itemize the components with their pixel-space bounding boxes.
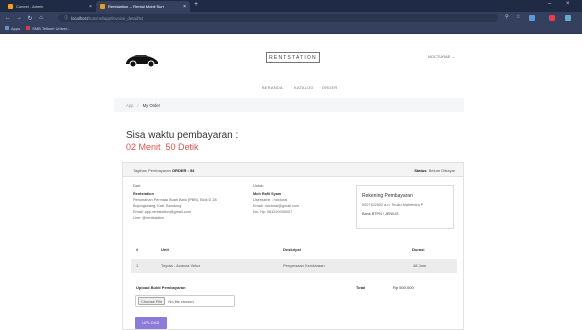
browser-tab[interactable]: Cuneel - Admin × <box>4 1 96 12</box>
bookmark-apps[interactable]: Apps <box>5 26 20 31</box>
row-number: 1 <box>136 263 139 268</box>
minimize-icon[interactable]: – <box>548 1 551 7</box>
tab-favicon-icon <box>8 4 13 9</box>
column-header: # <box>136 247 139 252</box>
rentstation-logo-icon[interactable] <box>124 52 160 68</box>
url-path: /rummel/app/invoice_detail/54 <box>87 15 144 21</box>
invoice-status: Status: Belum Dibayar <box>414 168 455 173</box>
bookmark-star-icon[interactable]: ☆ <box>516 14 522 20</box>
profile-icon[interactable] <box>565 15 571 21</box>
table-row: 1 Toyota - Avanza Veloz Penyewaan Kendar… <box>131 259 457 273</box>
status-badge: Belum Dibayar <box>428 168 455 173</box>
row-description: Penyewaan Kendaraan <box>283 263 325 268</box>
user-menu[interactable]: NOCTURAE ⌄ <box>428 54 455 59</box>
url-host: localhost <box>71 15 88 21</box>
nav-order[interactable]: ORDER <box>322 85 337 90</box>
nav-katalog[interactable]: KATALOG <box>294 85 314 90</box>
column-header: Durasi <box>412 247 425 252</box>
invoice-to: Untuk: Moh Rafli Syam Username : noctura… <box>253 184 300 214</box>
row-duration: 48 Jam <box>413 263 427 268</box>
invoice-title: Tagihan Pembayaran ORDER : 54 <box>133 168 195 173</box>
reload-icon[interactable]: ↻ <box>27 15 33 22</box>
upload-proof-label: Upload Bukti Pembayaran <box>136 285 186 290</box>
extension-icon[interactable] <box>549 15 555 21</box>
breadcrumb-separator: / <box>137 102 139 108</box>
tab-title: Cuneel - Admin <box>16 4 44 9</box>
tab-title: Rentstation -- Rental Mobil Surr <box>108 4 165 9</box>
total-value: Rp 500.000 <box>393 285 414 290</box>
browser-address-bar: ← → ↻ ⌂ ⓘ localhost/rummel/app/invoice_d… <box>0 12 582 24</box>
close-tab-icon[interactable]: × <box>89 4 92 10</box>
choose-file-button[interactable]: Choose File <box>138 297 166 305</box>
invoice-header: Tagihan Pembayaran ORDER : 54 Status: Be… <box>123 163 463 177</box>
bank-account-box: Rekening Pembayaran 0007422502 a.n. Teuk… <box>356 185 454 229</box>
upload-button[interactable]: UPLOAD <box>135 317 167 329</box>
file-input[interactable]: Choose File No file chosen <box>135 295 235 307</box>
row-unit: Toyota - Avanza Veloz <box>161 263 201 268</box>
invoice-from: Dari: Rentstation Perumahan Permata Buah… <box>133 184 217 220</box>
payment-countdown: 02 Menit 50 Detik <box>126 142 199 152</box>
url-input[interactable]: ⓘ localhost/rummel/app/invoice_detail/54 <box>58 14 498 22</box>
breadcrumb: App / My Order <box>114 98 464 112</box>
extension-icon[interactable] <box>529 15 535 21</box>
column-header: Deskripsi <box>283 247 302 252</box>
order-id: ORDER : 54 <box>171 168 195 173</box>
close-window-icon[interactable]: × <box>566 1 570 7</box>
column-header: Unit <box>161 247 169 252</box>
payment-time-title: Sisa waktu pembayaran : <box>126 130 239 141</box>
breadcrumb-home-link[interactable]: App <box>126 103 133 108</box>
total-label: Total <box>356 285 366 290</box>
tab-favicon-icon <box>100 4 105 9</box>
breadcrumb-current: My Order <box>142 102 161 108</box>
browser-tab-active[interactable]: Rentstation -- Rental Mobil Surr × <box>96 1 190 12</box>
bookmark-item[interactable]: SMB Telkom Univer... <box>26 26 70 31</box>
file-status: No file chosen <box>168 298 194 304</box>
close-tab-icon[interactable]: × <box>183 4 186 10</box>
nav-beranda[interactable]: BERANDA <box>262 85 283 90</box>
bookmarks-bar: Apps SMB Telkom Univer... <box>0 24 582 34</box>
zoom-icon[interactable]: ⚲ <box>505 14 511 20</box>
apps-grid-icon <box>5 26 9 30</box>
new-tab-icon[interactable]: + <box>194 1 198 8</box>
brand-title[interactable]: RENTSTATION <box>266 52 320 63</box>
home-icon[interactable]: ⌂ <box>38 15 44 21</box>
invoice-card: Tagihan Pembayaran ORDER : 54 Status: Be… <box>122 162 464 330</box>
forward-icon[interactable]: → <box>16 15 22 21</box>
info-icon: ⓘ <box>64 15 69 20</box>
table-header: # Unit Deskripsi Durasi <box>131 245 457 255</box>
bookmark-favicon-icon <box>26 26 31 30</box>
browser-tab-bar: Cuneel - Admin × Rentstation -- Rental M… <box>0 0 582 12</box>
back-icon[interactable]: ← <box>5 15 11 21</box>
chevron-down-icon: ⌄ <box>451 54 455 59</box>
